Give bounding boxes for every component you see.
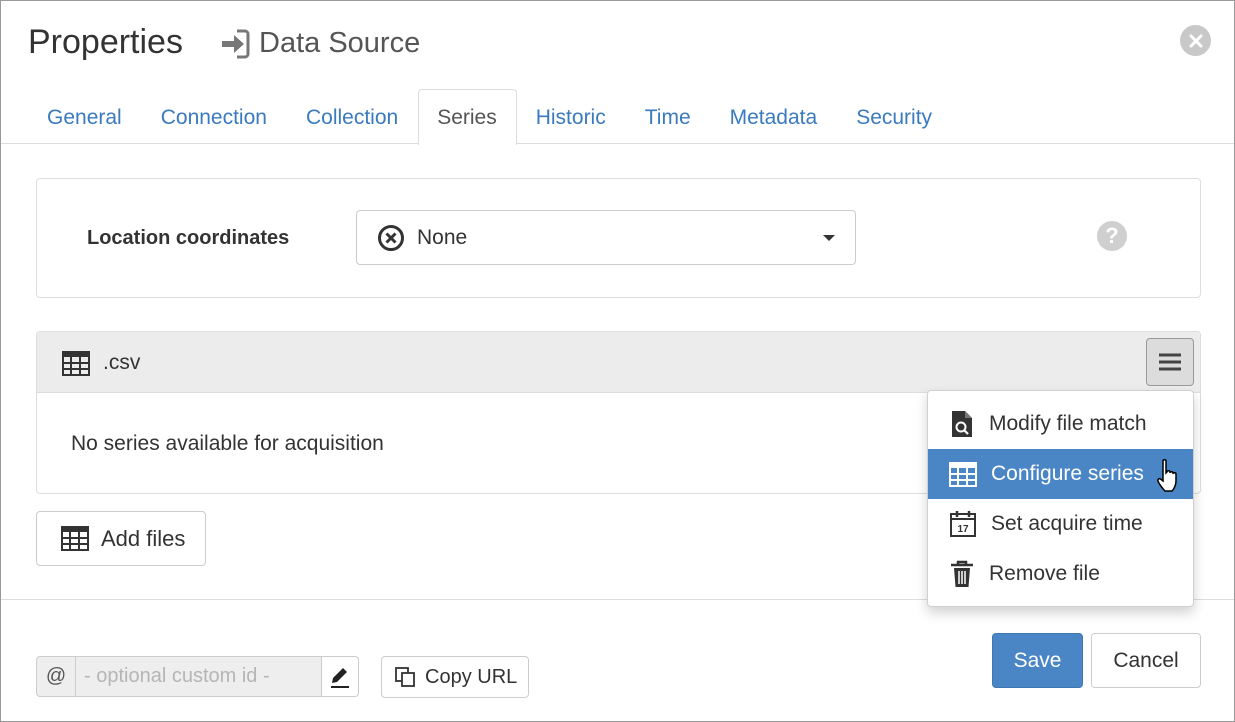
copy-url-button[interactable]: Copy URL xyxy=(381,656,529,698)
location-coordinates-label: Location coordinates xyxy=(87,227,290,249)
tab-connection[interactable]: Connection xyxy=(142,89,287,144)
save-button[interactable]: Save xyxy=(992,633,1083,688)
dialog-footer: @ Copy URL Save Cancel xyxy=(1,599,1234,722)
file-search-icon xyxy=(952,411,972,437)
edit-id-button[interactable] xyxy=(322,656,359,697)
menu-item-modify-file-match[interactable]: Modify file match xyxy=(928,399,1193,449)
data-source-label: Data Source xyxy=(259,27,421,59)
location-selected-value: None xyxy=(417,225,468,249)
add-files-label: Add files xyxy=(101,525,186,551)
table-icon xyxy=(61,526,89,551)
at-addon: @ xyxy=(36,656,76,697)
tab-metadata[interactable]: Metadata xyxy=(711,89,838,144)
tab-bar: General Connection Collection Series His… xyxy=(28,89,952,145)
tab-general[interactable]: General xyxy=(28,89,142,144)
table-icon xyxy=(62,351,90,376)
trash-icon xyxy=(951,560,973,587)
file-name: .csv xyxy=(103,351,141,374)
location-panel: Location coordinates None ? xyxy=(36,178,1201,298)
dialog-title: Properties xyxy=(28,23,183,61)
copy-icon xyxy=(395,667,415,687)
empty-series-message: No series available for acquisition xyxy=(71,432,384,455)
custom-id-group: @ xyxy=(36,656,359,697)
dialog-subtitle: Data Source xyxy=(219,27,420,60)
custom-id-input[interactable] xyxy=(76,656,322,697)
menu-item-set-acquire-time[interactable]: 17 Set acquire time xyxy=(928,499,1193,549)
help-icon[interactable]: ? xyxy=(1097,221,1127,251)
location-coordinates-select[interactable]: None xyxy=(356,210,856,265)
dialog-header: Properties Data Source General Connectio… xyxy=(1,1,1234,145)
close-icon xyxy=(1189,34,1202,47)
properties-dialog: Properties Data Source General Connectio… xyxy=(0,0,1235,722)
menu-item-remove-file[interactable]: Remove file xyxy=(928,549,1193,599)
menu-item-label: Configure series xyxy=(991,462,1144,485)
tab-collection[interactable]: Collection xyxy=(287,89,418,144)
menu-item-configure-series[interactable]: Configure series xyxy=(928,449,1193,499)
tab-security[interactable]: Security xyxy=(837,89,952,144)
tab-historic[interactable]: Historic xyxy=(517,89,626,144)
cancel-button[interactable]: Cancel xyxy=(1091,633,1201,688)
file-panel-header: .csv xyxy=(37,332,1200,393)
file-menu-button[interactable] xyxy=(1146,338,1194,386)
pencil-icon xyxy=(331,667,349,688)
tab-series[interactable]: Series xyxy=(418,89,517,145)
svg-text:17: 17 xyxy=(957,524,969,535)
calendar-icon: 17 xyxy=(950,511,976,537)
hamburger-icon xyxy=(1159,353,1181,371)
table-icon xyxy=(949,461,977,487)
copy-url-label: Copy URL xyxy=(425,665,518,688)
menu-item-label: Remove file xyxy=(989,562,1100,585)
sign-in-arrow-icon xyxy=(222,29,250,58)
tab-time[interactable]: Time xyxy=(626,89,711,144)
file-actions-menu: Modify file match Configure series 17 Se… xyxy=(927,390,1194,607)
close-button[interactable] xyxy=(1180,25,1211,56)
menu-item-label: Modify file match xyxy=(989,412,1147,435)
circle-x-icon xyxy=(378,224,404,251)
add-files-button[interactable]: Add files xyxy=(36,511,206,566)
menu-item-label: Set acquire time xyxy=(991,512,1143,535)
chevron-down-icon xyxy=(823,235,835,241)
